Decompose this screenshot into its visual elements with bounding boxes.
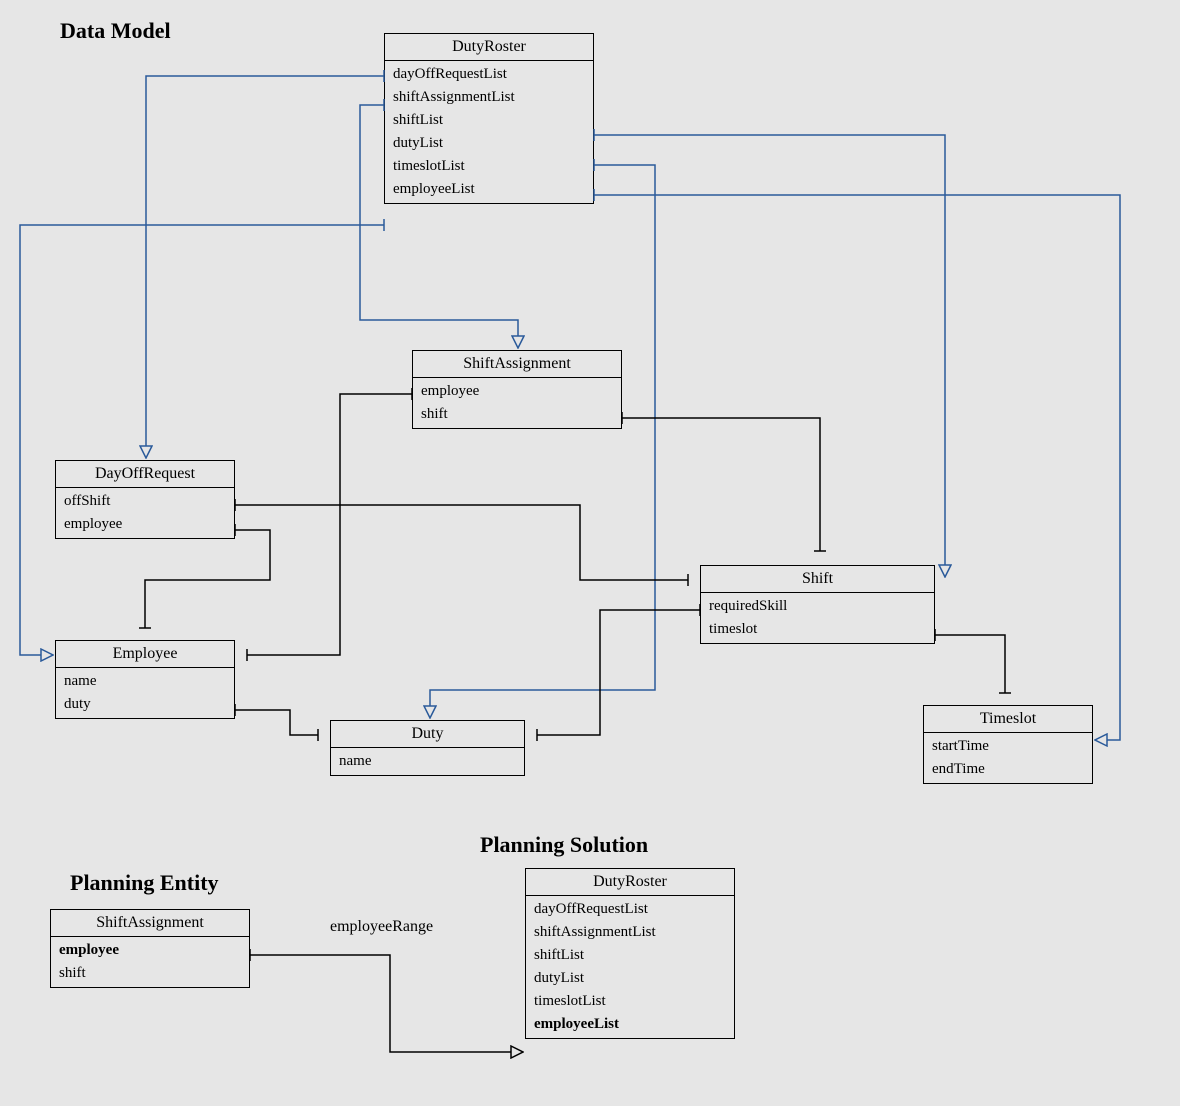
class-title: DayOffRequest — [56, 461, 234, 488]
class-attr: dutyList — [385, 132, 593, 155]
class-dutyroster: DutyRoster dayOffRequestList shiftAssign… — [384, 33, 594, 204]
class-attr: dayOffRequestList — [526, 898, 734, 921]
class-planning-dutyroster: DutyRoster dayOffRequestList shiftAssign… — [525, 868, 735, 1039]
class-attr: shift — [51, 962, 249, 985]
class-shiftassignment: ShiftAssignment employee shift — [412, 350, 622, 429]
class-attr: name — [56, 670, 234, 693]
class-title: DutyRoster — [385, 34, 593, 61]
class-attr: shiftList — [526, 944, 734, 967]
class-attr: shift — [413, 403, 621, 426]
class-title: Shift — [701, 566, 934, 593]
heading-planning-entity: Planning Entity — [70, 870, 219, 896]
class-employee: Employee name duty — [55, 640, 235, 719]
class-dayoffrequest: DayOffRequest offShift employee — [55, 460, 235, 539]
class-attr: startTime — [924, 735, 1092, 758]
class-title: Duty — [331, 721, 524, 748]
class-attr: offShift — [56, 490, 234, 513]
heading-data-model: Data Model — [60, 18, 171, 44]
class-attr: shiftAssignmentList — [526, 921, 734, 944]
class-attr: duty — [56, 693, 234, 716]
class-duty: Duty name — [330, 720, 525, 776]
class-attr: employee — [56, 513, 234, 536]
class-attr: timeslot — [701, 618, 934, 641]
class-title: ShiftAssignment — [413, 351, 621, 378]
diagram-canvas: Data Model Planning Entity Planning Solu… — [0, 0, 1180, 1106]
edge-label-employeerange: employeeRange — [330, 918, 433, 936]
heading-planning-solution: Planning Solution — [480, 832, 648, 858]
class-attr: employee — [51, 939, 249, 962]
class-title: Timeslot — [924, 706, 1092, 733]
class-attr: employeeList — [385, 178, 593, 201]
class-attr: endTime — [924, 758, 1092, 781]
class-title: Employee — [56, 641, 234, 668]
class-attr: dutyList — [526, 967, 734, 990]
class-attr: timeslotList — [385, 155, 593, 178]
class-attr: name — [331, 750, 524, 773]
class-attr: employeeList — [526, 1013, 734, 1036]
class-attr: timeslotList — [526, 990, 734, 1013]
class-attr: dayOffRequestList — [385, 63, 593, 86]
class-attr: employee — [413, 380, 621, 403]
class-title: DutyRoster — [526, 869, 734, 896]
class-planning-shiftassignment: ShiftAssignment employee shift — [50, 909, 250, 988]
class-timeslot: Timeslot startTime endTime — [923, 705, 1093, 784]
class-attr: shiftList — [385, 109, 593, 132]
class-attr: requiredSkill — [701, 595, 934, 618]
class-attr: shiftAssignmentList — [385, 86, 593, 109]
class-shift: Shift requiredSkill timeslot — [700, 565, 935, 644]
class-title: ShiftAssignment — [51, 910, 249, 937]
